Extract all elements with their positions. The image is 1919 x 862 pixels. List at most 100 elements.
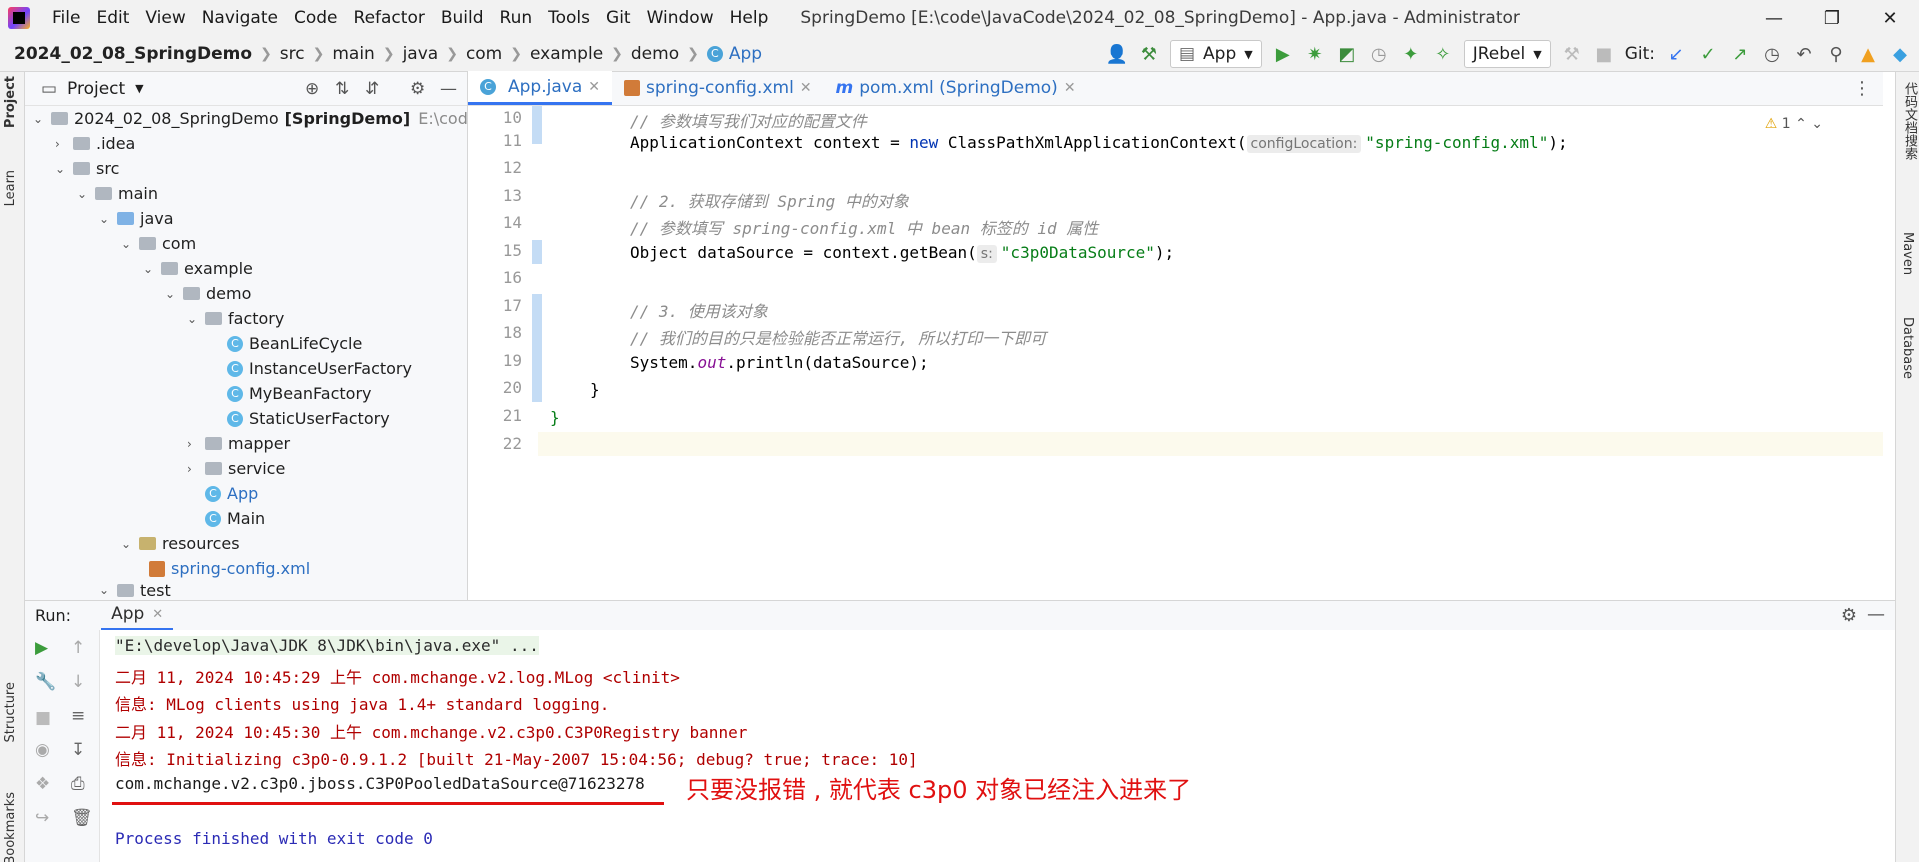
menu-run[interactable]: Run — [492, 0, 541, 36]
git-update-icon[interactable]: ↙ — [1665, 43, 1687, 65]
tree-item-src[interactable]: ⌄ src — [55, 156, 119, 181]
chevron-down-icon[interactable]: ▼ — [135, 82, 143, 95]
history-icon[interactable]: ◷ — [1761, 43, 1783, 65]
update-icon[interactable]: ▲ — [1857, 43, 1879, 65]
tree-item-spring-config[interactable]: spring-config.xml — [145, 556, 310, 581]
menu-refactor[interactable]: Refactor — [346, 0, 433, 36]
jrebel-run-icon[interactable]: ✦ — [1400, 43, 1422, 65]
restore-button[interactable]: ❐ — [1803, 0, 1861, 36]
close-window-button[interactable]: ✕ — [1861, 0, 1919, 36]
scroll-to-end-icon[interactable]: ↧ — [71, 740, 85, 760]
camera-icon[interactable]: ◉ — [35, 740, 50, 760]
run-console[interactable]: "E:\develop\Java\JDK 8\JDK\bin\java.exe"… — [100, 630, 1895, 862]
menu-file[interactable]: File — [44, 0, 88, 36]
tree-item-demo[interactable]: ⌄ demo — [165, 281, 251, 306]
tool-tab-database[interactable]: Database — [1900, 317, 1915, 379]
more-tabs-icon[interactable]: ⋮ — [1853, 78, 1871, 99]
arrow-down-icon[interactable]: ↓ — [71, 672, 85, 692]
warning-badge[interactable]: ⚠ 1 ⌃ ⌄ — [1765, 116, 1823, 132]
menu-build[interactable]: Build — [433, 0, 492, 36]
breadcrumb-main[interactable]: main — [332, 44, 374, 64]
minimize-button[interactable]: — — [1745, 0, 1803, 36]
locate-icon[interactable]: ⊕ — [305, 79, 319, 99]
tree-item-resources[interactable]: ⌄ resources — [121, 531, 240, 556]
tree-item-com[interactable]: ⌄ com — [121, 231, 196, 256]
vcs-change-marker[interactable] — [532, 106, 542, 144]
vcs-change-marker[interactable] — [532, 240, 542, 264]
project-panel-title[interactable]: Project — [67, 79, 125, 99]
arrow-up-icon[interactable]: ↑ — [71, 638, 85, 658]
stop-icon[interactable]: ■ — [35, 708, 51, 728]
hammer-disabled-icon[interactable]: ⚒ — [1561, 43, 1583, 65]
run-config-select[interactable]: ▤ App ▼ — [1169, 40, 1262, 68]
search-icon[interactable]: ⚲ — [1825, 43, 1847, 65]
rollback-icon[interactable]: ↶ — [1793, 43, 1815, 65]
git-commit-icon[interactable]: ✓ — [1697, 43, 1719, 65]
tool-tab-bookmarks[interactable]: Bookmarks — [3, 792, 18, 862]
hide-panel-icon[interactable]: — — [1867, 604, 1885, 625]
coverage-icon[interactable]: ◩ — [1336, 43, 1358, 65]
menu-navigate[interactable]: Navigate — [194, 0, 286, 36]
menu-window[interactable]: Window — [639, 0, 722, 36]
login-icon[interactable]: ↪ — [35, 808, 49, 828]
git-push-icon[interactable]: ↗ — [1729, 43, 1751, 65]
tree-item-beanlifecycle[interactable]: C BeanLifeCycle — [223, 331, 362, 356]
print-icon[interactable]: ⎙ — [71, 774, 85, 794]
tree-item-java[interactable]: ⌄ java — [99, 206, 174, 231]
code-editor[interactable]: 10 11 12 13 14 15 16 17 18 19 20 21 22 ⚠… — [468, 106, 1883, 600]
trash-icon[interactable]: 🗑 — [71, 808, 93, 828]
tree-item-app[interactable]: C App — [201, 481, 258, 506]
close-icon[interactable]: ✕ — [588, 79, 600, 95]
tree-item-service[interactable]: › service — [187, 456, 285, 481]
user-icon[interactable]: 👤 — [1106, 43, 1128, 65]
jrebel-select[interactable]: JRebel ▼ — [1463, 40, 1551, 68]
menu-edit[interactable]: Edit — [88, 0, 137, 36]
tree-item-idea[interactable]: › .idea — [55, 131, 135, 156]
tool-tab-structure[interactable]: Structure — [3, 682, 18, 742]
breadcrumb-example[interactable]: example — [530, 44, 603, 64]
soft-wrap-icon[interactable]: ≡ — [71, 706, 85, 726]
breadcrumb-com[interactable]: com — [466, 44, 502, 64]
tool-tab-project[interactable]: Project — [3, 76, 18, 128]
breadcrumb-demo[interactable]: demo — [631, 44, 679, 64]
jetbrains-toolbox-icon[interactable]: ◆ — [1889, 43, 1911, 65]
tool-tab-code-search[interactable]: 代码文档搜索 — [1900, 82, 1919, 160]
gear-icon[interactable]: ⚙ — [1841, 605, 1857, 626]
rerun-icon[interactable]: ▶ — [35, 638, 48, 658]
stop-icon[interactable]: ■ — [1593, 43, 1615, 65]
tree-item-main[interactable]: ⌄ main — [77, 181, 158, 206]
breadcrumb-src[interactable]: src — [280, 44, 305, 64]
menu-view[interactable]: View — [137, 0, 193, 36]
tree-item-mybeanfactory[interactable]: C MyBeanFactory — [223, 381, 371, 406]
tool-tab-learn[interactable]: Learn — [3, 170, 18, 206]
tree-item-example[interactable]: ⌄ example — [143, 256, 253, 281]
collapse-all-icon[interactable]: ⇵ — [365, 79, 379, 99]
hide-panel-icon[interactable]: — — [440, 79, 457, 99]
debug-icon[interactable]: ✷ — [1304, 43, 1326, 65]
breadcrumb-project[interactable]: 2024_02_08_SpringDemo — [14, 44, 252, 64]
run-tab-app[interactable]: App ✕ — [101, 601, 174, 631]
tab-app-java[interactable]: C App.java ✕ — [468, 71, 612, 105]
tool-tab-maven[interactable]: Maven — [1900, 232, 1915, 275]
build-hammer-icon[interactable]: ⚒ — [1138, 43, 1160, 65]
tree-item-instanceuserfactory[interactable]: C InstanceUserFactory — [223, 356, 412, 381]
gear-icon[interactable]: ⚙ — [410, 79, 425, 99]
breadcrumb-app[interactable]: App — [729, 44, 762, 64]
tree-item-test[interactable]: ⌄ test — [99, 581, 171, 599]
breadcrumb-java[interactable]: java — [403, 44, 439, 64]
menu-tools[interactable]: Tools — [540, 0, 598, 36]
menu-help[interactable]: Help — [722, 0, 777, 36]
run-icon[interactable]: ▶ — [1272, 43, 1294, 65]
menu-git[interactable]: Git — [598, 0, 639, 36]
tab-spring-config[interactable]: spring-config.xml ✕ — [612, 71, 824, 105]
profiler-icon[interactable]: ◷ — [1368, 43, 1390, 65]
tree-item-root[interactable]: ⌄ 2024_02_08_SpringDemo [SpringDemo] E:\… — [33, 106, 467, 131]
tree-item-staticuserfactory[interactable]: C StaticUserFactory — [223, 406, 390, 431]
close-icon[interactable]: ✕ — [152, 607, 163, 622]
tree-item-main-class[interactable]: C Main — [201, 506, 265, 531]
tree-item-mapper[interactable]: › mapper — [187, 431, 290, 456]
menu-code[interactable]: Code — [286, 0, 346, 36]
tree-item-factory[interactable]: ⌄ factory — [187, 306, 284, 331]
exit-icon[interactable]: ❖ — [35, 774, 50, 794]
wrench-icon[interactable]: 🔧 — [35, 672, 56, 692]
